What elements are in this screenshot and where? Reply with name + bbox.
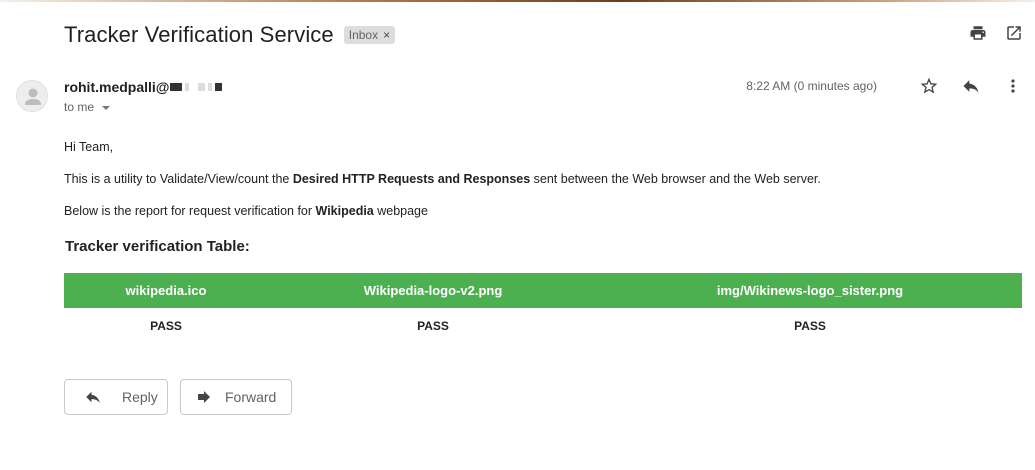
subject-row: Tracker Verification Service Inbox × [64,20,396,50]
table-header-cell: wikipedia.ico [64,273,268,308]
recipient-details[interactable]: to me [64,100,111,114]
inbox-label-chip[interactable]: Inbox × [343,26,396,44]
reply-icon [84,388,102,406]
report-post: webpage [373,204,428,218]
thread-actions [969,24,1023,42]
report-pre: Below is the report for request verifica… [64,204,316,218]
email-subject: Tracker Verification Service [64,22,334,47]
table-cell: PASS [417,319,449,333]
forward-button[interactable]: Forward [180,379,292,415]
table-cell: PASS [150,319,182,333]
description-pre: This is a utility to Validate/View/count… [64,172,293,186]
description-post: sent between the Web browser and the Web… [530,172,821,186]
forward-button-label: Forward [225,389,277,405]
table-title: Tracker verification Table: [65,238,250,255]
chevron-down-icon[interactable] [102,105,111,110]
report-line: Below is the report for request verifica… [64,204,428,218]
reply-button-label: Reply [122,389,158,405]
description-bold: Desired HTTP Requests and Responses [292,172,531,186]
timestamp: 8:22 AM (0 minutes ago) [746,79,877,93]
recipient-text: to me [64,100,95,114]
open-in-new-window-icon[interactable] [1005,24,1023,42]
message-meta: 8:22 AM (0 minutes ago) [746,76,1023,96]
table-header-cell: img/Wikinews-logo_sister.png [598,273,1022,308]
sender-name[interactable]: rohit.medpalli@ [64,79,223,95]
person-icon [25,88,41,105]
forward-icon [195,388,213,406]
tracker-verification-table: wikipedia.ico Wikipedia-logo-v2.png img/… [64,273,1022,344]
sender-address: rohit.medpalli@ [64,79,170,95]
inbox-label-text: Inbox [348,28,379,42]
print-icon[interactable] [969,24,987,42]
table-header-row: wikipedia.ico Wikipedia-logo-v2.png img/… [64,273,1022,308]
reply-icon[interactable] [961,76,981,96]
table-row: PASS PASS PASS [64,308,1022,344]
top-accent-bar [0,0,1035,2]
remove-label-button[interactable]: × [383,28,390,42]
star-icon[interactable] [919,76,939,96]
redacted-address [170,83,223,91]
table-cell: PASS [794,319,826,333]
more-vert-icon[interactable] [1003,76,1023,96]
avatar[interactable] [16,80,48,112]
table-header-cell: Wikipedia-logo-v2.png [268,273,598,308]
description-line: This is a utility to Validate/View/count… [64,172,821,186]
reply-button[interactable]: Reply [64,379,168,415]
report-bold: Wikipedia [315,204,374,218]
greeting-line: Hi Team, [64,140,114,154]
